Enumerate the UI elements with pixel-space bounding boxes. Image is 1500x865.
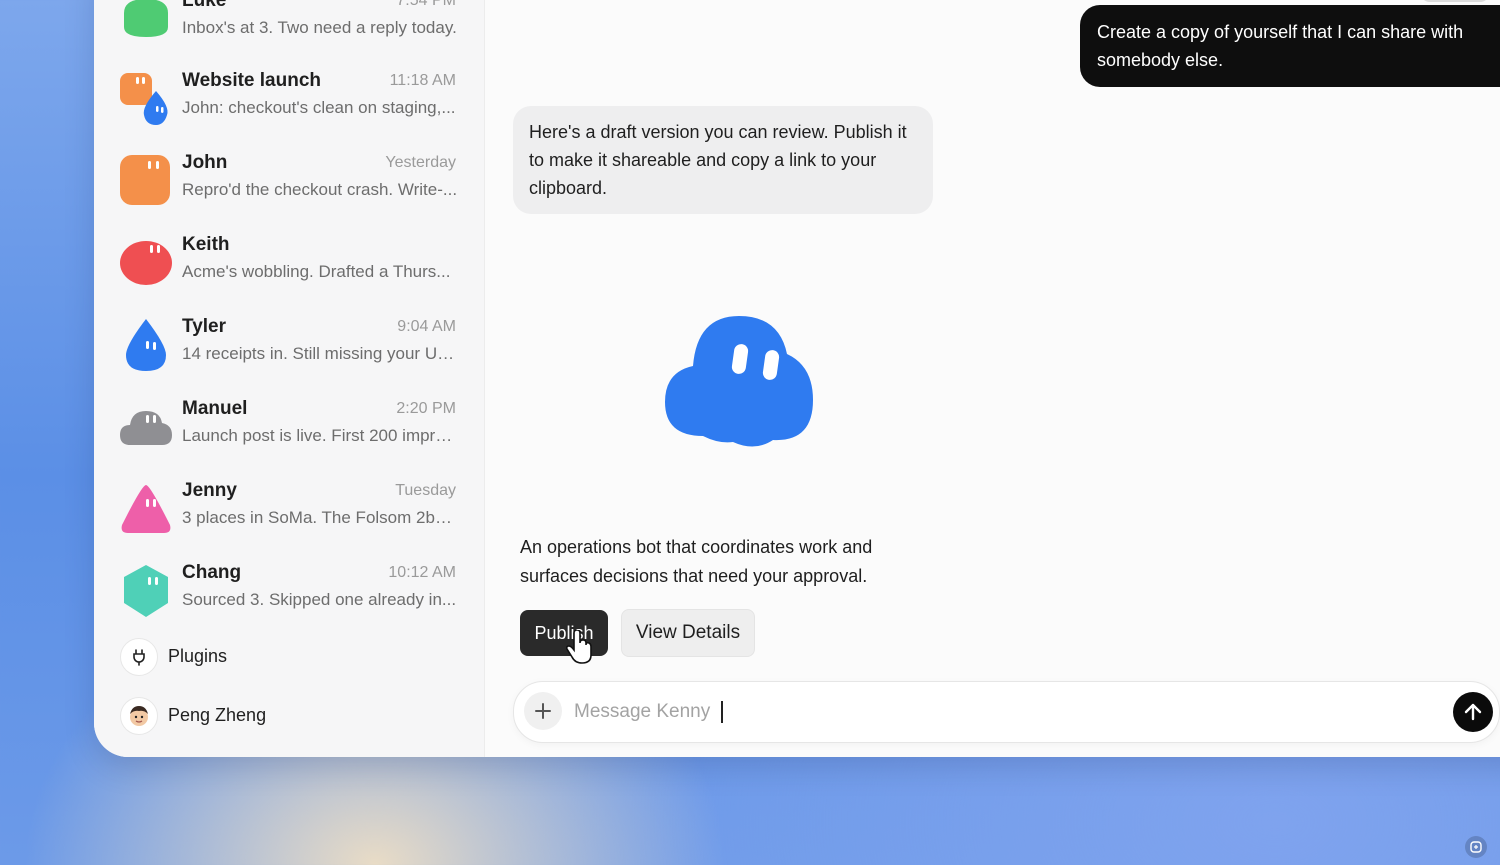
hand-cursor-icon xyxy=(565,630,592,664)
conversation-item-john[interactable]: John Yesterday Repro'd the checkout cras… xyxy=(120,150,458,216)
user-message: Create a copy of yourself that I can sha… xyxy=(1080,5,1500,87)
conversation-preview: Repro'd the checkout crash. Write-... xyxy=(182,180,458,199)
conversation-preview: Acme's wobbling. Drafted a Thurs... xyxy=(182,262,451,281)
bot-message: Here's a draft version you can review. P… xyxy=(513,106,933,214)
conversation-time: 2:20 PM xyxy=(396,400,456,417)
conversation-item-tyler[interactable]: Tyler 9:04 AM 14 receipts in. Still miss… xyxy=(120,314,458,380)
conversation-time: 10:12 AM xyxy=(388,564,456,581)
conversation-preview: Sourced 3. Skipped one already in... xyxy=(182,590,457,609)
conversation-item-chang[interactable]: Chang 10:12 AM Sourced 3. Skipped one al… xyxy=(120,560,456,626)
teal-hexagon-icon xyxy=(124,565,168,617)
conversation-name: Manuel xyxy=(182,398,248,419)
red-blob-icon xyxy=(120,241,172,285)
plug-icon xyxy=(120,638,158,676)
conversation-preview: Inbox's at 3. Two need a reply today. xyxy=(182,18,457,37)
plus-icon xyxy=(535,703,551,719)
arrow-up-icon xyxy=(1464,703,1482,721)
group-orange-blue-icon xyxy=(120,73,168,125)
bubble-tag xyxy=(1420,0,1490,2)
plugins-label: Plugins xyxy=(168,646,228,666)
conversation-item-keith[interactable]: Keith Acme's wobbling. Drafted a Thurs..… xyxy=(120,232,456,298)
message-composer xyxy=(513,681,1500,743)
conversation-preview: 14 receipts in. Still missing your Ub... xyxy=(182,344,458,363)
user-name: Peng Zheng xyxy=(168,705,267,725)
user-profile-item[interactable]: Peng Zheng xyxy=(120,697,420,737)
conversation-time: Yesterday xyxy=(385,154,456,171)
conversation-time: 11:18 AM xyxy=(389,72,456,89)
conversation-name: Chang xyxy=(182,562,242,583)
plugins-item[interactable]: Plugins xyxy=(120,638,420,678)
conversation-item-jenny[interactable]: Jenny Tuesday 3 places in SoMa. The Fols… xyxy=(120,478,458,544)
sidebar: Luke 7:54 PM Inbox's at 3. Two need a re… xyxy=(94,0,485,757)
conversation-name: Luke xyxy=(182,0,227,11)
pink-triangle-icon xyxy=(121,485,171,533)
conversation-name: Tyler xyxy=(182,316,227,337)
chat-panel: Create a copy of yourself that I can sha… xyxy=(485,0,1500,757)
message-input[interactable] xyxy=(572,692,1396,732)
publish-button[interactable]: Publish xyxy=(520,610,608,656)
conversation-item-luke[interactable]: Luke 7:54 PM Inbox's at 3. Two need a re… xyxy=(120,0,457,54)
bot-description: An operations bot that coordinates work … xyxy=(520,537,873,586)
conversation-preview: Launch post is live. First 200 impre... xyxy=(182,426,458,445)
blue-drop-icon xyxy=(126,319,166,371)
view-details-button[interactable]: View Details xyxy=(621,609,755,657)
conversation-time: Tuesday xyxy=(395,482,456,499)
conversation-name: Jenny xyxy=(182,480,237,501)
conversation-item-website-launch[interactable]: Website launch 11:18 AM John: checkout's… xyxy=(120,68,456,134)
gray-cloud-icon xyxy=(120,411,172,445)
conversation-name: Keith xyxy=(182,234,230,255)
kenny-mascot-icon xyxy=(665,316,813,447)
app-window: Luke 7:54 PM Inbox's at 3. Two need a re… xyxy=(94,0,1500,757)
send-button[interactable] xyxy=(1453,692,1493,732)
conversation-name: John xyxy=(182,152,228,173)
conversation-name: Website launch xyxy=(182,70,322,91)
text-caret xyxy=(721,701,723,723)
conversation-time: 7:54 PM xyxy=(396,0,456,9)
green-blob-icon xyxy=(124,0,168,37)
screen-record-icon[interactable] xyxy=(1465,836,1487,858)
conversation-preview: John: checkout's clean on staging,... xyxy=(182,98,456,117)
avatar xyxy=(120,697,158,735)
conversation-time: 9:04 AM xyxy=(397,318,456,335)
add-attachment-button[interactable] xyxy=(524,692,562,730)
conversation-preview: 3 places in SoMa. The Folsom 2be... xyxy=(182,508,458,527)
conversation-item-manuel[interactable]: Manuel 2:20 PM Launch post is live. Firs… xyxy=(120,396,458,462)
orange-square-icon xyxy=(120,155,170,205)
